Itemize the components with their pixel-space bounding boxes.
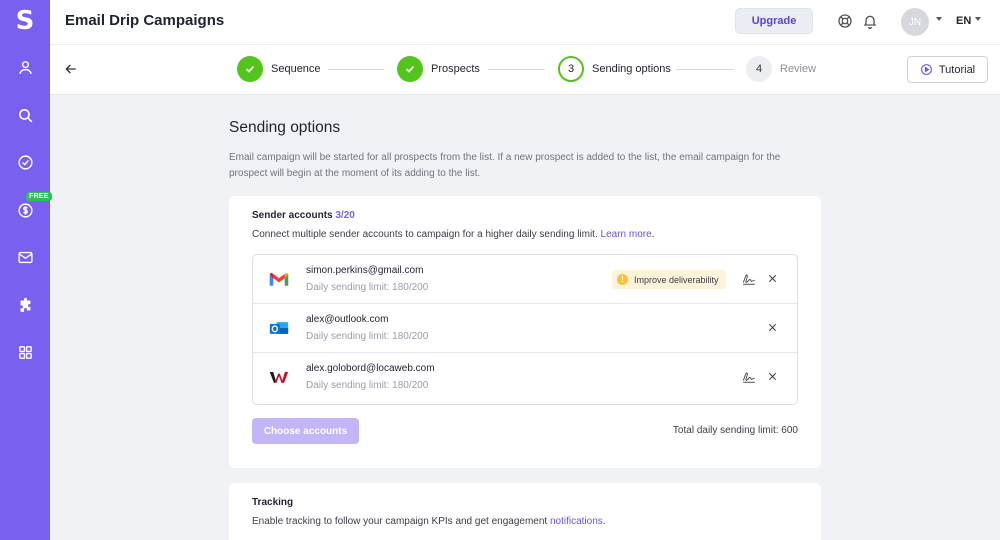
account-row: alex.golobord@locaweb.com Daily sending … [253,353,797,402]
section-description: Email campaign will be started for all p… [229,152,781,179]
close-icon[interactable] [767,273,778,284]
step-label: Prospects [431,63,480,75]
step-label: Review [780,63,817,75]
subtitle-text: Enable tracking to follow your campaign … [252,516,548,527]
step-review[interactable]: 4 Review [746,56,816,82]
main-content: Sending options Email campaign will be s… [50,95,1000,540]
account-limit: Daily sending limit: 180/200 [306,380,429,391]
warning-icon: ! [617,274,628,285]
search-icon[interactable] [17,107,34,124]
close-icon[interactable] [767,322,778,333]
step-sequence[interactable]: Sequence [237,56,321,82]
page-title: Email Drip Campaigns [65,12,225,29]
tutorial-button[interactable]: Tutorial [907,56,988,83]
choose-accounts-button[interactable]: Choose accounts [252,418,359,444]
total-sending-limit: Total daily sending limit: 600 [672,425,798,436]
sender-accounts-card: Sender accounts 3/20 Connect multiple se… [229,196,821,468]
step-connector [488,69,545,70]
step-number: 4 [746,56,772,82]
tutorial-label: Tutorial [938,63,976,76]
outlook-icon [269,322,289,334]
user-icon[interactable] [17,59,34,76]
signature-icon[interactable] [742,272,756,286]
account-email: alex.golobord@locaweb.com [306,363,435,374]
back-arrow-icon[interactable] [63,61,79,77]
account-count: 3/20 [335,210,355,221]
account-row: alex@outlook.com Daily sending limit: 18… [253,304,797,353]
free-badge: FREE [26,192,52,201]
help-icon[interactable] [837,13,853,29]
warning-text: Improve deliverability [634,274,719,285]
bell-icon[interactable] [862,13,878,29]
step-number: 3 [558,56,584,82]
check-icon [237,56,263,82]
signature-icon[interactable] [742,370,756,384]
account-limit: Daily sending limit: 180/200 [306,282,429,293]
language-selector[interactable]: EN [956,15,971,27]
sidebar: S FREE [0,0,52,540]
card-subtitle: Enable tracking to follow your campaign … [252,516,606,527]
grid-icon[interactable] [17,344,34,361]
upgrade-button[interactable]: Upgrade [735,8,813,34]
step-sending-options[interactable]: 3 Sending options [558,56,671,82]
tracking-card: Tracking Enable tracking to follow your … [229,483,821,540]
play-circle-icon [920,64,932,75]
stepper-bar: Sequence Prospects 3 Sending options 4 R… [50,44,1000,95]
account-row: simon.perkins@gmail.com Daily sending li… [253,255,797,304]
check-circle-icon[interactable] [17,154,34,171]
card-subtitle: Connect multiple sender accounts to camp… [252,229,655,240]
top-header: Email Drip Campaigns Upgrade JN EN [50,0,1000,44]
section-title: Sending options [229,119,341,136]
account-email: alex@outlook.com [306,314,389,325]
gmail-icon [269,272,289,286]
chevron-down-icon[interactable] [975,17,981,21]
step-connector [328,69,384,70]
account-list: simon.perkins@gmail.com Daily sending li… [252,254,798,405]
chevron-down-icon[interactable] [936,17,942,21]
close-icon[interactable] [767,371,778,382]
step-label: Sequence [271,63,321,75]
step-prospects[interactable]: Prospects [397,56,480,82]
account-email: simon.perkins@gmail.com [306,265,424,276]
learn-more-link[interactable]: Learn more [601,229,652,240]
subtitle-text: Connect multiple sender accounts to camp… [252,229,598,240]
mail-icon[interactable] [17,249,34,266]
account-limit: Daily sending limit: 180/200 [306,331,429,342]
notifications-link[interactable]: notifications [550,516,603,527]
check-icon [397,56,423,82]
puzzle-icon[interactable] [17,297,34,314]
step-connector [676,69,734,70]
step-label: Sending options [592,63,671,75]
locaweb-icon [269,372,289,383]
card-heading: Sender accounts 3/20 [252,210,355,221]
card-heading: Tracking [252,497,294,508]
app-logo[interactable]: S [0,6,50,36]
improve-deliverability-badge[interactable]: ! Improve deliverability [612,270,726,289]
heading-text: Sender accounts [252,210,333,221]
dollar-icon[interactable] [17,202,34,219]
avatar[interactable]: JN [901,8,929,36]
